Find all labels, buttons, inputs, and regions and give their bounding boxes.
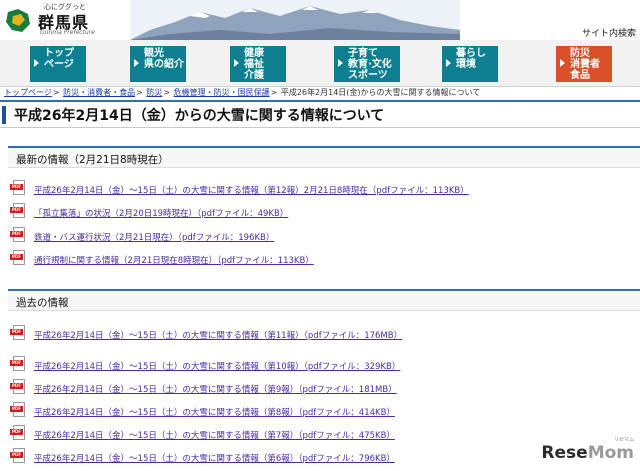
breadcrumb-link[interactable]: 防災・消費者・食品	[63, 88, 135, 97]
pdf-link[interactable]: 平成26年2月14日（金）～15日（土）の大雪に関する情報（第10報）（pdfフ…	[34, 360, 400, 372]
pdf-icon: PDF	[10, 425, 28, 443]
watermark-text-b: Mom	[587, 443, 634, 463]
arrow-right-icon	[134, 59, 139, 67]
pdf-icon: PDF	[10, 180, 28, 198]
section-heading-latest: 最新の情報（2月21日8時現在）	[8, 146, 640, 168]
arrow-right-icon	[446, 59, 451, 67]
pdf-link[interactable]: 平成26年2月14日（金）～15日（土）の大雪に関する情報（第6報）（pdfファ…	[34, 452, 395, 464]
nav-living[interactable]: 暮らし 環境	[442, 46, 498, 82]
gunma-map-icon	[6, 9, 30, 32]
breadcrumb: トップページ> 防災・消費者・食品> 防災> 危機管理・防災・国民保護> 平成2…	[4, 88, 481, 97]
section-heading-text: 過去の情報	[16, 297, 69, 309]
pdf-icon: PDF	[10, 448, 28, 466]
page-title: 平成26年2月14日（金）からの大雪に関する情報について	[14, 108, 385, 124]
site-logo[interactable]: 心にググっと 群馬県 Gunma Prefecture	[4, 2, 134, 38]
nav-label: 観光 県の紹介	[144, 48, 184, 70]
page-title-bar: 平成26年2月14日（金）からの大雪に関する情報について	[0, 100, 640, 128]
pdf-icon: PDF	[10, 250, 28, 268]
site-search-link[interactable]: サイト内検索	[582, 26, 636, 39]
title-accent	[2, 106, 6, 124]
breadcrumb-link[interactable]: 危機管理・防災・国民保護	[174, 88, 270, 97]
section-heading-text: 最新の情報（2月21日8時現在）	[16, 154, 169, 166]
pdf-link[interactable]: 「孤立集落」の状況（2月20日19時現在）（pdfファイル：49KB）	[34, 207, 288, 219]
pdf-icon: PDF	[10, 402, 28, 420]
pdf-link[interactable]: 平成26年2月14日（金）～15日（土）の大雪に関する情報（第7報）（pdfファ…	[34, 429, 395, 441]
arrow-right-icon	[338, 59, 343, 67]
pdf-icon: PDF	[10, 203, 28, 221]
arrow-right-icon	[234, 59, 239, 67]
global-nav: トップ ページ 観光 県の紹介 健康 福祉 介護 子育て 教育·文化 スポーツ …	[0, 40, 640, 87]
breadcrumb-current: 平成26年2月14日(金)からの大雪に関する情報について	[280, 88, 481, 97]
pdf-link[interactable]: 平成26年2月14日（金）～15日（土）の大雪に関する情報（第8報）（pdfファ…	[34, 406, 395, 418]
pdf-link[interactable]: 平成26年2月14日（金）～15日（土）の大雪に関する情報（第9報）（pdfファ…	[34, 383, 397, 395]
pdf-icon: PDF	[10, 227, 28, 245]
nav-health[interactable]: 健康 福祉 介護	[230, 46, 286, 82]
nav-disaster[interactable]: 防災 消費者 食品	[556, 46, 612, 82]
watermark-text-a: Rese	[541, 443, 588, 463]
nav-label: 健康 福祉 介護	[244, 48, 264, 81]
resemom-watermark: リセマム ReseMom	[541, 437, 634, 463]
pdf-link[interactable]: 平成26年2月14日（金）～15日（土）の大雪に関する情報（第12報）2月21日…	[34, 184, 469, 196]
arrow-right-icon	[560, 59, 565, 67]
watermark-kana: リセマム	[613, 437, 634, 443]
nav-label: 防災 消費者 食品	[570, 48, 600, 81]
nav-top-page[interactable]: トップ ページ	[30, 46, 86, 82]
arrow-right-icon	[34, 59, 39, 67]
site-name-en: Gunma Prefecture	[40, 29, 95, 36]
pdf-icon: PDF	[10, 325, 28, 343]
nav-label: 子育て 教育·文化 スポーツ	[348, 48, 392, 81]
breadcrumb-link[interactable]: 防災	[146, 88, 162, 97]
section-heading-past: 過去の情報	[8, 289, 640, 311]
nav-childcare[interactable]: 子育て 教育·文化 スポーツ	[334, 46, 400, 82]
nav-label: トップ ページ	[44, 48, 74, 70]
pdf-link[interactable]: 鉄道・バス運行状況（2月21日現在）（pdfファイル：196KB）	[34, 231, 274, 243]
pdf-icon: PDF	[10, 356, 28, 374]
pdf-link[interactable]: 平成26年2月14日（金）～15日（土）の大雪に関する情報（第11報）（pdfフ…	[34, 329, 402, 341]
site-header: 心にググっと 群馬県 Gunma Prefecture サイト内検索	[0, 0, 640, 40]
pdf-icon: PDF	[10, 379, 28, 397]
breadcrumb-link[interactable]: トップページ	[4, 88, 52, 97]
mountain-banner	[130, 0, 460, 40]
nav-tourism[interactable]: 観光 県の紹介	[130, 46, 186, 82]
nav-label: 暮らし 環境	[456, 48, 486, 70]
pdf-link[interactable]: 通行規制に関する情報（2月21日現在8時現在）（pdfファイル：113KB）	[34, 254, 314, 266]
